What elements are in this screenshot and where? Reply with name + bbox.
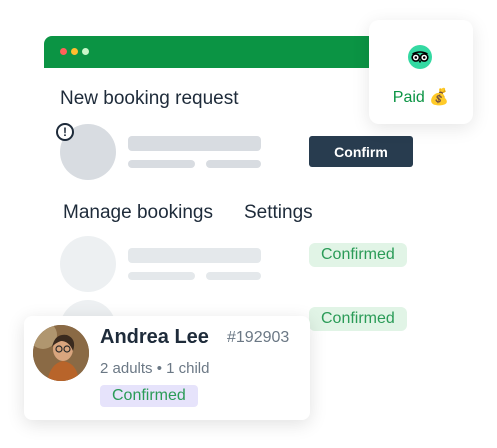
- maximize-window-dot[interactable]: [82, 48, 89, 55]
- tab-settings[interactable]: Settings: [244, 202, 313, 224]
- payment-card: Paid 💰: [369, 20, 473, 124]
- status-badge: Confirmed: [309, 307, 407, 331]
- minimize-window-dot[interactable]: [71, 48, 78, 55]
- booking-name-placeholder: [128, 248, 261, 263]
- close-window-dot[interactable]: [60, 48, 67, 55]
- new-booking-title: New booking request: [60, 88, 239, 109]
- guest-name: Andrea Lee: [100, 326, 209, 348]
- confirm-button[interactable]: Confirm: [309, 136, 413, 167]
- status-badge: Confirmed: [100, 385, 198, 407]
- guest-photo: [33, 325, 89, 381]
- window-titlebar: [44, 36, 414, 68]
- booking-detail-placeholder: [206, 272, 261, 280]
- alert-icon: !: [56, 123, 74, 141]
- booking-id: #192903: [227, 329, 290, 346]
- guest-count: 2 adults • 1 child: [100, 360, 210, 377]
- booking-avatar-placeholder: [60, 236, 116, 292]
- tripadvisor-owl-icon: [408, 45, 432, 69]
- booking-card[interactable]: Andrea Lee #192903 2 adults • 1 child Co…: [24, 316, 310, 420]
- tab-manage-bookings[interactable]: Manage bookings: [63, 202, 213, 224]
- paid-label: Paid 💰: [392, 89, 450, 106]
- request-detail-placeholder: [206, 160, 261, 168]
- request-detail-placeholder: [128, 160, 195, 168]
- status-badge: Confirmed: [309, 243, 407, 267]
- request-name-placeholder: [128, 136, 261, 151]
- booking-detail-placeholder: [128, 272, 195, 280]
